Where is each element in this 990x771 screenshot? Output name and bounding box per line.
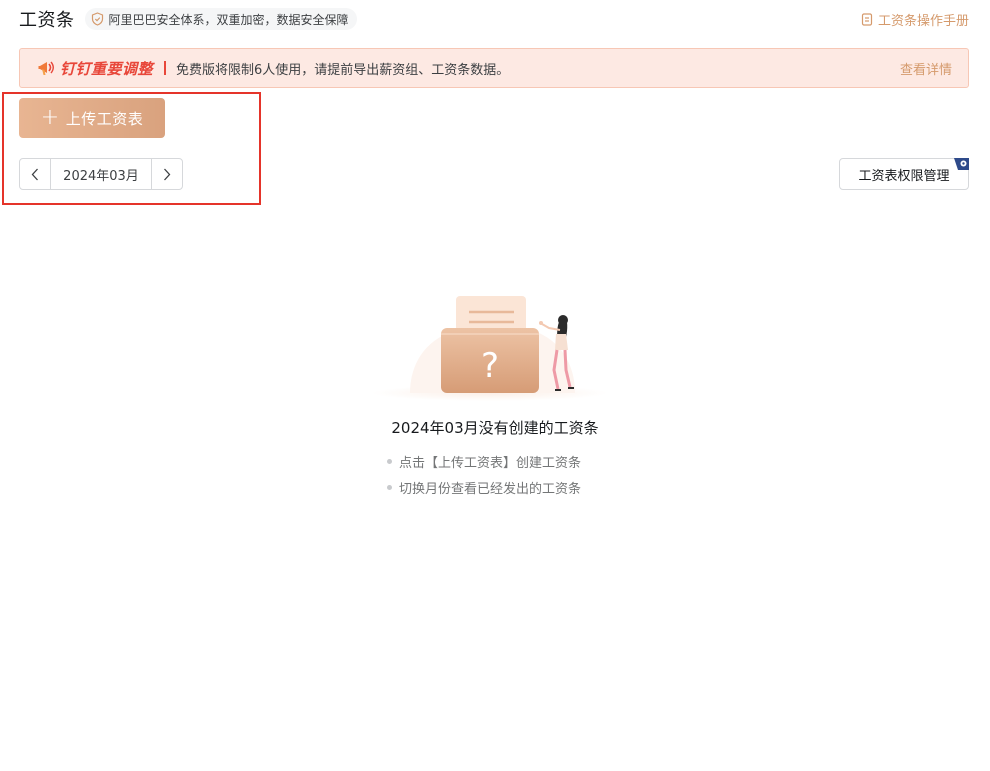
chevron-left-icon: [31, 168, 38, 180]
hint-text: 切换月份查看已经发出的工资条: [399, 481, 582, 497]
next-month-button[interactable]: [151, 159, 182, 189]
upload-button-label: 上传工资表: [65, 109, 144, 128]
empty-state-hints: 点击【上传工资表】创建工资条 切换月份查看已经发出的工资条: [387, 452, 581, 504]
notice-banner: 钉钉重要调整 免费版将限制6人使用，请提前导出薪资组、工资条数据。 查看详情: [19, 48, 969, 88]
manual-link-label: 工资条操作手册: [877, 13, 969, 29]
month-picker: 2024年03月: [19, 158, 183, 190]
shield-icon: [91, 12, 103, 26]
security-text: 阿里巴巴安全体系，双重加密，数据安全保障: [108, 12, 349, 27]
notice-brand: 钉钉重要调整: [37, 58, 153, 79]
notice-details-link[interactable]: 查看详情: [900, 59, 952, 78]
manual-link[interactable]: 工资条操作手册: [861, 10, 969, 29]
notice-brand-label: 钉钉重要调整: [60, 59, 154, 78]
settings-badge-icon: [954, 158, 969, 170]
hint-item: 切换月份查看已经发出的工资条: [387, 478, 582, 497]
chevron-right-icon: [164, 168, 171, 180]
empty-state-title: 2024年03月没有创建的工资条: [391, 419, 599, 437]
empty-box-illustration: ?: [372, 296, 608, 401]
plus-icon: +: [40, 105, 60, 130]
bullet-dot: [387, 484, 392, 490]
security-badge: 阿里巴巴安全体系，双重加密，数据安全保障: [84, 8, 357, 30]
megaphone-icon: [38, 61, 54, 75]
page-header: 工资条 阿里巴巴安全体系，双重加密，数据安全保障 工资条操作手册: [19, 6, 969, 32]
permission-button-label: 工资表权限管理: [858, 168, 950, 184]
salary-permission-button[interactable]: 工资表权限管理: [839, 158, 969, 190]
notice-separator: [164, 61, 167, 75]
document-icon: [861, 12, 873, 26]
notice-text: 免费版将限制6人使用，请提前导出薪资组、工资条数据。: [176, 62, 510, 78]
previous-month-button[interactable]: [20, 159, 51, 189]
current-month[interactable]: 2024年03月: [51, 159, 151, 189]
svg-text:?: ?: [481, 346, 499, 386]
page-title: 工资条: [19, 10, 75, 31]
bullet-dot: [387, 458, 392, 464]
hint-text: 点击【上传工资表】创建工资条: [399, 455, 582, 471]
hint-item: 点击【上传工资表】创建工资条: [387, 452, 582, 471]
upload-salary-sheet-button[interactable]: + 上传工资表: [19, 98, 165, 138]
